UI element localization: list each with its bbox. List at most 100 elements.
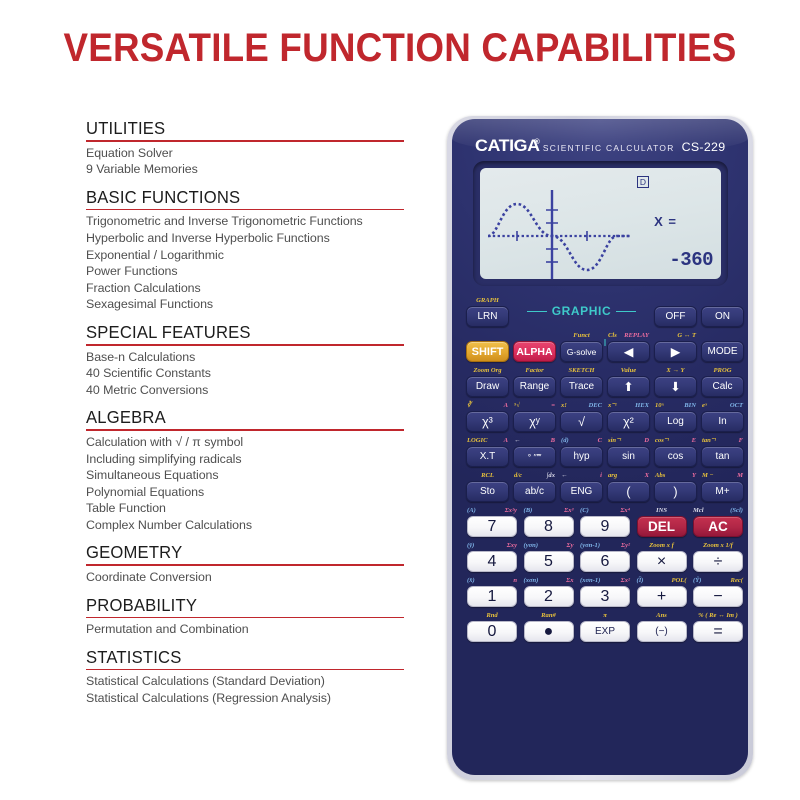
section-divider xyxy=(86,429,404,431)
feature-section: BASIC FUNCTIONS Trigonometric and Inverse… xyxy=(86,187,406,313)
key-[interactable]: × xyxy=(636,551,687,572)
key-hyp[interactable]: hyp xyxy=(560,446,603,467)
key-label-above: PROG xyxy=(713,367,732,374)
key-[interactable]: (−) xyxy=(636,621,687,642)
key-ab-c[interactable]: ab/c xyxy=(513,481,556,502)
key-secondary-labels: Zoom Org xyxy=(466,365,509,376)
key-7[interactable]: 7 xyxy=(467,516,517,537)
key-label-above-left: ← xyxy=(514,437,521,444)
key-secondary-labels xyxy=(654,295,697,306)
key-label-above-right: Σy² xyxy=(621,542,630,549)
key-on[interactable]: ON xyxy=(701,306,744,327)
key-[interactable]: ◀ xyxy=(607,341,650,362)
key-6[interactable]: 6 xyxy=(580,551,630,572)
key-cell: (Ŷ) Rec(− xyxy=(692,575,744,607)
key-cos[interactable]: cos xyxy=(654,446,697,467)
key-draw[interactable]: Draw xyxy=(466,376,509,397)
key-tan[interactable]: tan xyxy=(701,446,744,467)
key-label-above: Value xyxy=(620,367,637,374)
feature-item: Table Function xyxy=(86,501,166,516)
section-heading: BASIC FUNCTIONS xyxy=(86,186,241,207)
key-[interactable]: ⬇ xyxy=(654,376,697,397)
key-[interactable]: χʸ xyxy=(513,411,556,432)
key-label-above-right: F xyxy=(738,437,743,444)
key-lrn[interactable]: LRN xyxy=(466,306,509,327)
key-5[interactable]: 5 xyxy=(523,551,574,572)
replay-tick xyxy=(604,339,606,346)
key-[interactable]: ● xyxy=(523,621,574,642)
key-label-above-left: cos⁻¹ xyxy=(655,437,670,444)
key-cell: SHIFT xyxy=(466,330,509,362)
key-label-above-left: (xσn-1) xyxy=(580,577,601,584)
key-[interactable]: ) xyxy=(654,481,697,502)
key-del[interactable]: DEL xyxy=(636,516,687,537)
key-label-above: Factor xyxy=(525,367,544,374)
key-sto[interactable]: Sto xyxy=(466,481,509,502)
key-secondary-labels: ← i xyxy=(560,470,603,481)
key-4[interactable]: 4 xyxy=(467,551,517,572)
key-[interactable]: + xyxy=(636,586,687,607)
key-off[interactable]: OFF xyxy=(654,306,697,327)
key-exp[interactable]: EXP xyxy=(580,621,630,642)
key-[interactable]: ° ′″‴ xyxy=(513,446,556,467)
feature-section: ALGEBRA Calculation with √ / π symbol Incl… xyxy=(86,407,406,533)
feature-item: Fraction Calculations xyxy=(86,280,201,295)
key-1[interactable]: 1 xyxy=(467,586,517,607)
key-cell: eˣ OCT In xyxy=(701,400,744,432)
key-calc[interactable]: Calc xyxy=(701,376,744,397)
key-in[interactable]: In xyxy=(701,411,744,432)
key-label-above-right: E xyxy=(691,437,696,444)
key-cell: x⁻¹ HEX χ² xyxy=(607,400,650,432)
key-range[interactable]: Range xyxy=(513,376,556,397)
feature-section: STATISTICS Statistical Calculations (Stan… xyxy=(86,647,406,707)
key-log[interactable]: Log xyxy=(654,411,697,432)
key-ac[interactable]: AC xyxy=(693,516,743,537)
key-m[interactable]: M+ xyxy=(701,481,744,502)
section-items: Trigonometric and Inverse Trigonometric … xyxy=(86,213,406,313)
keypad-row-power: GRAPH LRN GRAPHIC OFF ON xyxy=(466,295,744,327)
key-[interactable]: − xyxy=(693,586,743,607)
key-shift[interactable]: SHIFT xyxy=(466,341,509,362)
key-label-above-left: (C) xyxy=(580,507,589,514)
key-[interactable]: = xyxy=(693,621,743,642)
key-mode[interactable]: MODE xyxy=(701,341,744,362)
key-[interactable]: ⬆ xyxy=(607,376,650,397)
key-[interactable]: χ³ xyxy=(466,411,509,432)
key-cell: ← i ENG xyxy=(560,470,603,502)
key-[interactable]: ( xyxy=(607,481,650,502)
key-cell: Zoom Org Draw xyxy=(466,365,509,397)
feature-item: Sexagesimal Functions xyxy=(86,297,214,312)
key-secondary-labels: LOGIC A xyxy=(466,435,509,446)
key-label-above: SKETCH xyxy=(568,367,595,374)
key-g-solve[interactable]: G-solve xyxy=(560,341,603,362)
key-sin[interactable]: sin xyxy=(607,446,650,467)
key-label-above-right: D xyxy=(644,437,649,444)
key-secondary-labels: (xσn) Σx xyxy=(523,575,575,586)
key-0[interactable]: 0 xyxy=(467,621,517,642)
key-trace[interactable]: Trace xyxy=(560,376,603,397)
key-eng[interactable]: ENG xyxy=(560,481,603,502)
key-2[interactable]: 2 xyxy=(523,586,574,607)
key-cell: arg X ( xyxy=(607,470,650,502)
key-secondary-labels: arg X xyxy=(607,470,650,481)
key-secondary-labels: (x̄) n xyxy=(466,575,518,586)
key-[interactable]: ▶ xyxy=(654,341,697,362)
key-label-above-left: (B) xyxy=(523,507,533,514)
key-x-t[interactable]: X.T xyxy=(466,446,509,467)
key-label-above-right: BIN xyxy=(684,402,696,409)
key-secondary-labels: SKETCH xyxy=(560,365,603,376)
key-3[interactable]: 3 xyxy=(580,586,630,607)
section-divider xyxy=(86,668,404,671)
key-alpha[interactable]: ALPHA xyxy=(513,341,556,362)
key-9[interactable]: 9 xyxy=(580,516,630,537)
key-8[interactable]: 8 xyxy=(523,516,574,537)
key-label-above-left: (xσn) xyxy=(523,577,539,584)
key-[interactable]: ÷ xyxy=(693,551,743,572)
key-cell: PROG Calc xyxy=(701,365,744,397)
key-secondary-labels: (C) Σx⁴ xyxy=(579,505,631,516)
key-secondary-labels: cos⁻¹ E xyxy=(654,435,697,446)
key-[interactable]: χ² xyxy=(607,411,650,432)
key-cell: (d) Chyp xyxy=(560,435,603,467)
key-[interactable]: √ xyxy=(560,411,603,432)
key-label-above-left: ← xyxy=(561,472,568,479)
